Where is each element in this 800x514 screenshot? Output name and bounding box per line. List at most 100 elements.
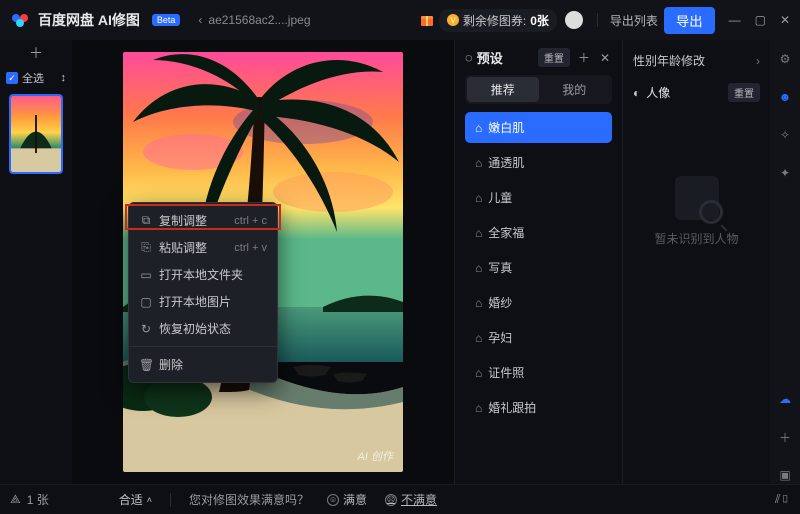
frown-icon: ☹	[385, 494, 397, 506]
select-all-row[interactable]: ✓ 全选 ↕	[0, 68, 72, 88]
svg-text:V: V	[450, 16, 456, 25]
preset-icon: ◌	[465, 50, 473, 65]
crop-icon[interactable]: ✧	[776, 126, 794, 144]
ctx-open-image[interactable]: ▢ 打开本地图片	[129, 288, 277, 315]
export-button[interactable]: 导出	[664, 7, 715, 34]
breadcrumb: ‹ ae21568ac2....jpeg	[198, 13, 310, 27]
tag-icon: ⌂	[475, 226, 482, 240]
chevron-left-icon[interactable]: ‹	[198, 13, 202, 27]
chevron-up-icon: ˄	[147, 495, 152, 505]
baidu-pan-icon	[10, 10, 30, 30]
feedback-question: 您对修图效果满意吗？	[189, 491, 309, 508]
app-logo: 百度网盘 AI修图 Beta	[10, 10, 180, 30]
minimize-icon[interactable]: ―	[729, 13, 741, 27]
tag-item[interactable]: ⌂孕妇	[465, 322, 612, 353]
divider	[597, 13, 598, 27]
tag-item[interactable]: ⌂婚礼跟拍	[465, 392, 612, 423]
fit-control[interactable]: 合适 ˄	[119, 491, 152, 508]
portrait-icon: ◐	[633, 86, 640, 100]
copy-icon: ⧉	[139, 213, 153, 228]
portrait-reset-button[interactable]: 重置	[728, 83, 760, 102]
canvas-area: AI 创作 ⧉ 复制调整 ctrl + c ⎘ 粘贴调整 ctrl + v ▭ …	[72, 40, 454, 484]
preset-tabs: 推荐 我的	[465, 75, 612, 104]
smile-icon: ☺	[327, 494, 339, 506]
preset-panel: ◌ 预设 重置 ＋ ✕ 推荐 我的 ⌂嫩白肌 ⌂通透肌 ⌂儿童 ⌂全家福 ⌂写真…	[454, 40, 622, 484]
select-all-label: 全选	[22, 70, 44, 86]
placeholder-text: 暂未识别到人物	[654, 230, 738, 247]
tag-icon: ⌂	[475, 191, 482, 205]
close-icon[interactable]: ✕	[780, 13, 790, 27]
ctx-shortcut: ctrl + c	[234, 215, 267, 227]
thumbnail-image	[11, 96, 61, 172]
reorder-icon[interactable]: ↕	[61, 72, 67, 84]
paste-icon: ⎘	[139, 240, 153, 255]
tag-icon: ⌂	[475, 156, 482, 170]
ctx-reset-state[interactable]: ↻ 恢复初始状态	[129, 315, 277, 342]
tag-icon: ⌂	[475, 296, 482, 310]
feedback-no[interactable]: ☹不满意	[385, 491, 437, 508]
preset-close-button[interactable]: ✕	[598, 51, 612, 65]
face-icon[interactable]: ☻	[776, 88, 794, 106]
thumbnail-selected[interactable]	[9, 94, 63, 174]
prop-gender-age[interactable]: 性别年龄修改 ›	[633, 52, 760, 69]
tag-icon: ⌂	[475, 366, 482, 380]
tag-item[interactable]: ⌂写真	[465, 252, 612, 283]
tag-icon: ⌂	[475, 401, 482, 415]
trash-icon: 🗑	[139, 358, 153, 372]
avatar[interactable]	[565, 11, 583, 29]
cloud-icon[interactable]: ☁	[776, 390, 794, 408]
tag-item[interactable]: ⌂全家福	[465, 217, 612, 248]
tag-icon: ⌂	[475, 261, 482, 275]
sliders-icon[interactable]: ⚙	[776, 50, 794, 68]
ctx-label: 粘贴调整	[159, 239, 207, 256]
ctx-open-folder[interactable]: ▭ 打开本地文件夹	[129, 261, 277, 288]
coupon-area[interactable]: V 剩余修图券: 0张	[419, 9, 557, 32]
ctx-label: 打开本地文件夹	[159, 266, 243, 283]
tag-item[interactable]: ⌂嫩白肌	[465, 112, 612, 143]
separator	[170, 493, 171, 507]
coupon-pill: V 剩余修图券: 0张	[439, 9, 557, 32]
preset-reset-button[interactable]: 重置	[538, 48, 570, 67]
folder-icon: ▭	[139, 268, 153, 282]
export-list-link[interactable]: 导出列表	[610, 12, 658, 29]
no-person-placeholder: 暂未识别到人物	[633, 176, 760, 247]
checkbox-checked-icon[interactable]: ✓	[6, 72, 18, 84]
sparkle-icon[interactable]: ✦	[776, 164, 794, 182]
ctx-label: 恢复初始状态	[159, 320, 231, 337]
maximize-icon[interactable]: ▢	[755, 13, 766, 27]
chevron-right-icon: ›	[756, 54, 760, 68]
compare-icon[interactable]: ⫽▯	[775, 492, 790, 507]
ctx-paste-adjust[interactable]: ⎘ 粘贴调整 ctrl + v	[129, 234, 277, 261]
tab-recommend[interactable]: 推荐	[467, 77, 539, 102]
tag-item[interactable]: ⌂证件照	[465, 357, 612, 388]
file-name: ae21568ac2....jpeg	[208, 13, 310, 27]
main-area: ＋ ✓ 全选 ↕	[0, 40, 800, 484]
tag-item[interactable]: ⌂儿童	[465, 182, 612, 213]
gift-icon	[419, 12, 435, 28]
ctx-label: 删除	[159, 356, 183, 373]
app-name: 百度网盘 AI修图	[38, 10, 140, 30]
layers-icon[interactable]: ▣	[776, 466, 794, 484]
image-count: ⟁ 1 张	[10, 491, 49, 508]
title-bar: 百度网盘 AI修图 Beta ‹ ae21568ac2....jpeg V 剩余…	[0, 0, 800, 40]
context-menu: ⧉ 复制调整 ctrl + c ⎘ 粘贴调整 ctrl + v ▭ 打开本地文件…	[128, 202, 278, 383]
feedback-yes[interactable]: ☺满意	[327, 491, 367, 508]
preset-add-button[interactable]: ＋	[576, 49, 592, 66]
ctx-delete[interactable]: 🗑 删除	[129, 351, 277, 378]
coupon-label: 剩余修图券:	[463, 12, 526, 29]
coupon-count: 0张	[530, 12, 549, 29]
add-image-button[interactable]: ＋	[0, 44, 72, 62]
bottom-bar: ⟁ 1 张 合适 ˄ 您对修图效果满意吗？ ☺满意 ☹不满意 ⫽▯	[0, 484, 800, 514]
tag-item[interactable]: ⌂婚纱	[465, 287, 612, 318]
ctx-copy-adjust[interactable]: ⧉ 复制调整 ctrl + c	[129, 207, 277, 234]
plus-icon[interactable]: ＋	[776, 428, 794, 446]
tab-mine[interactable]: 我的	[539, 77, 611, 102]
tag-item[interactable]: ⌂通透肌	[465, 147, 612, 178]
preset-header: ◌ 预设 重置 ＋ ✕	[465, 48, 612, 67]
preset-tags: ⌂嫩白肌 ⌂通透肌 ⌂儿童 ⌂全家福 ⌂写真 ⌂婚纱 ⌂孕妇 ⌂证件照 ⌂婚礼跟…	[465, 112, 612, 423]
thumbnail-column: ＋ ✓ 全选 ↕	[0, 40, 72, 484]
ctx-shortcut: ctrl + v	[234, 242, 267, 254]
tag-icon: ⌂	[475, 331, 482, 345]
ctx-label: 复制调整	[159, 212, 207, 229]
search-file-icon	[675, 176, 719, 220]
